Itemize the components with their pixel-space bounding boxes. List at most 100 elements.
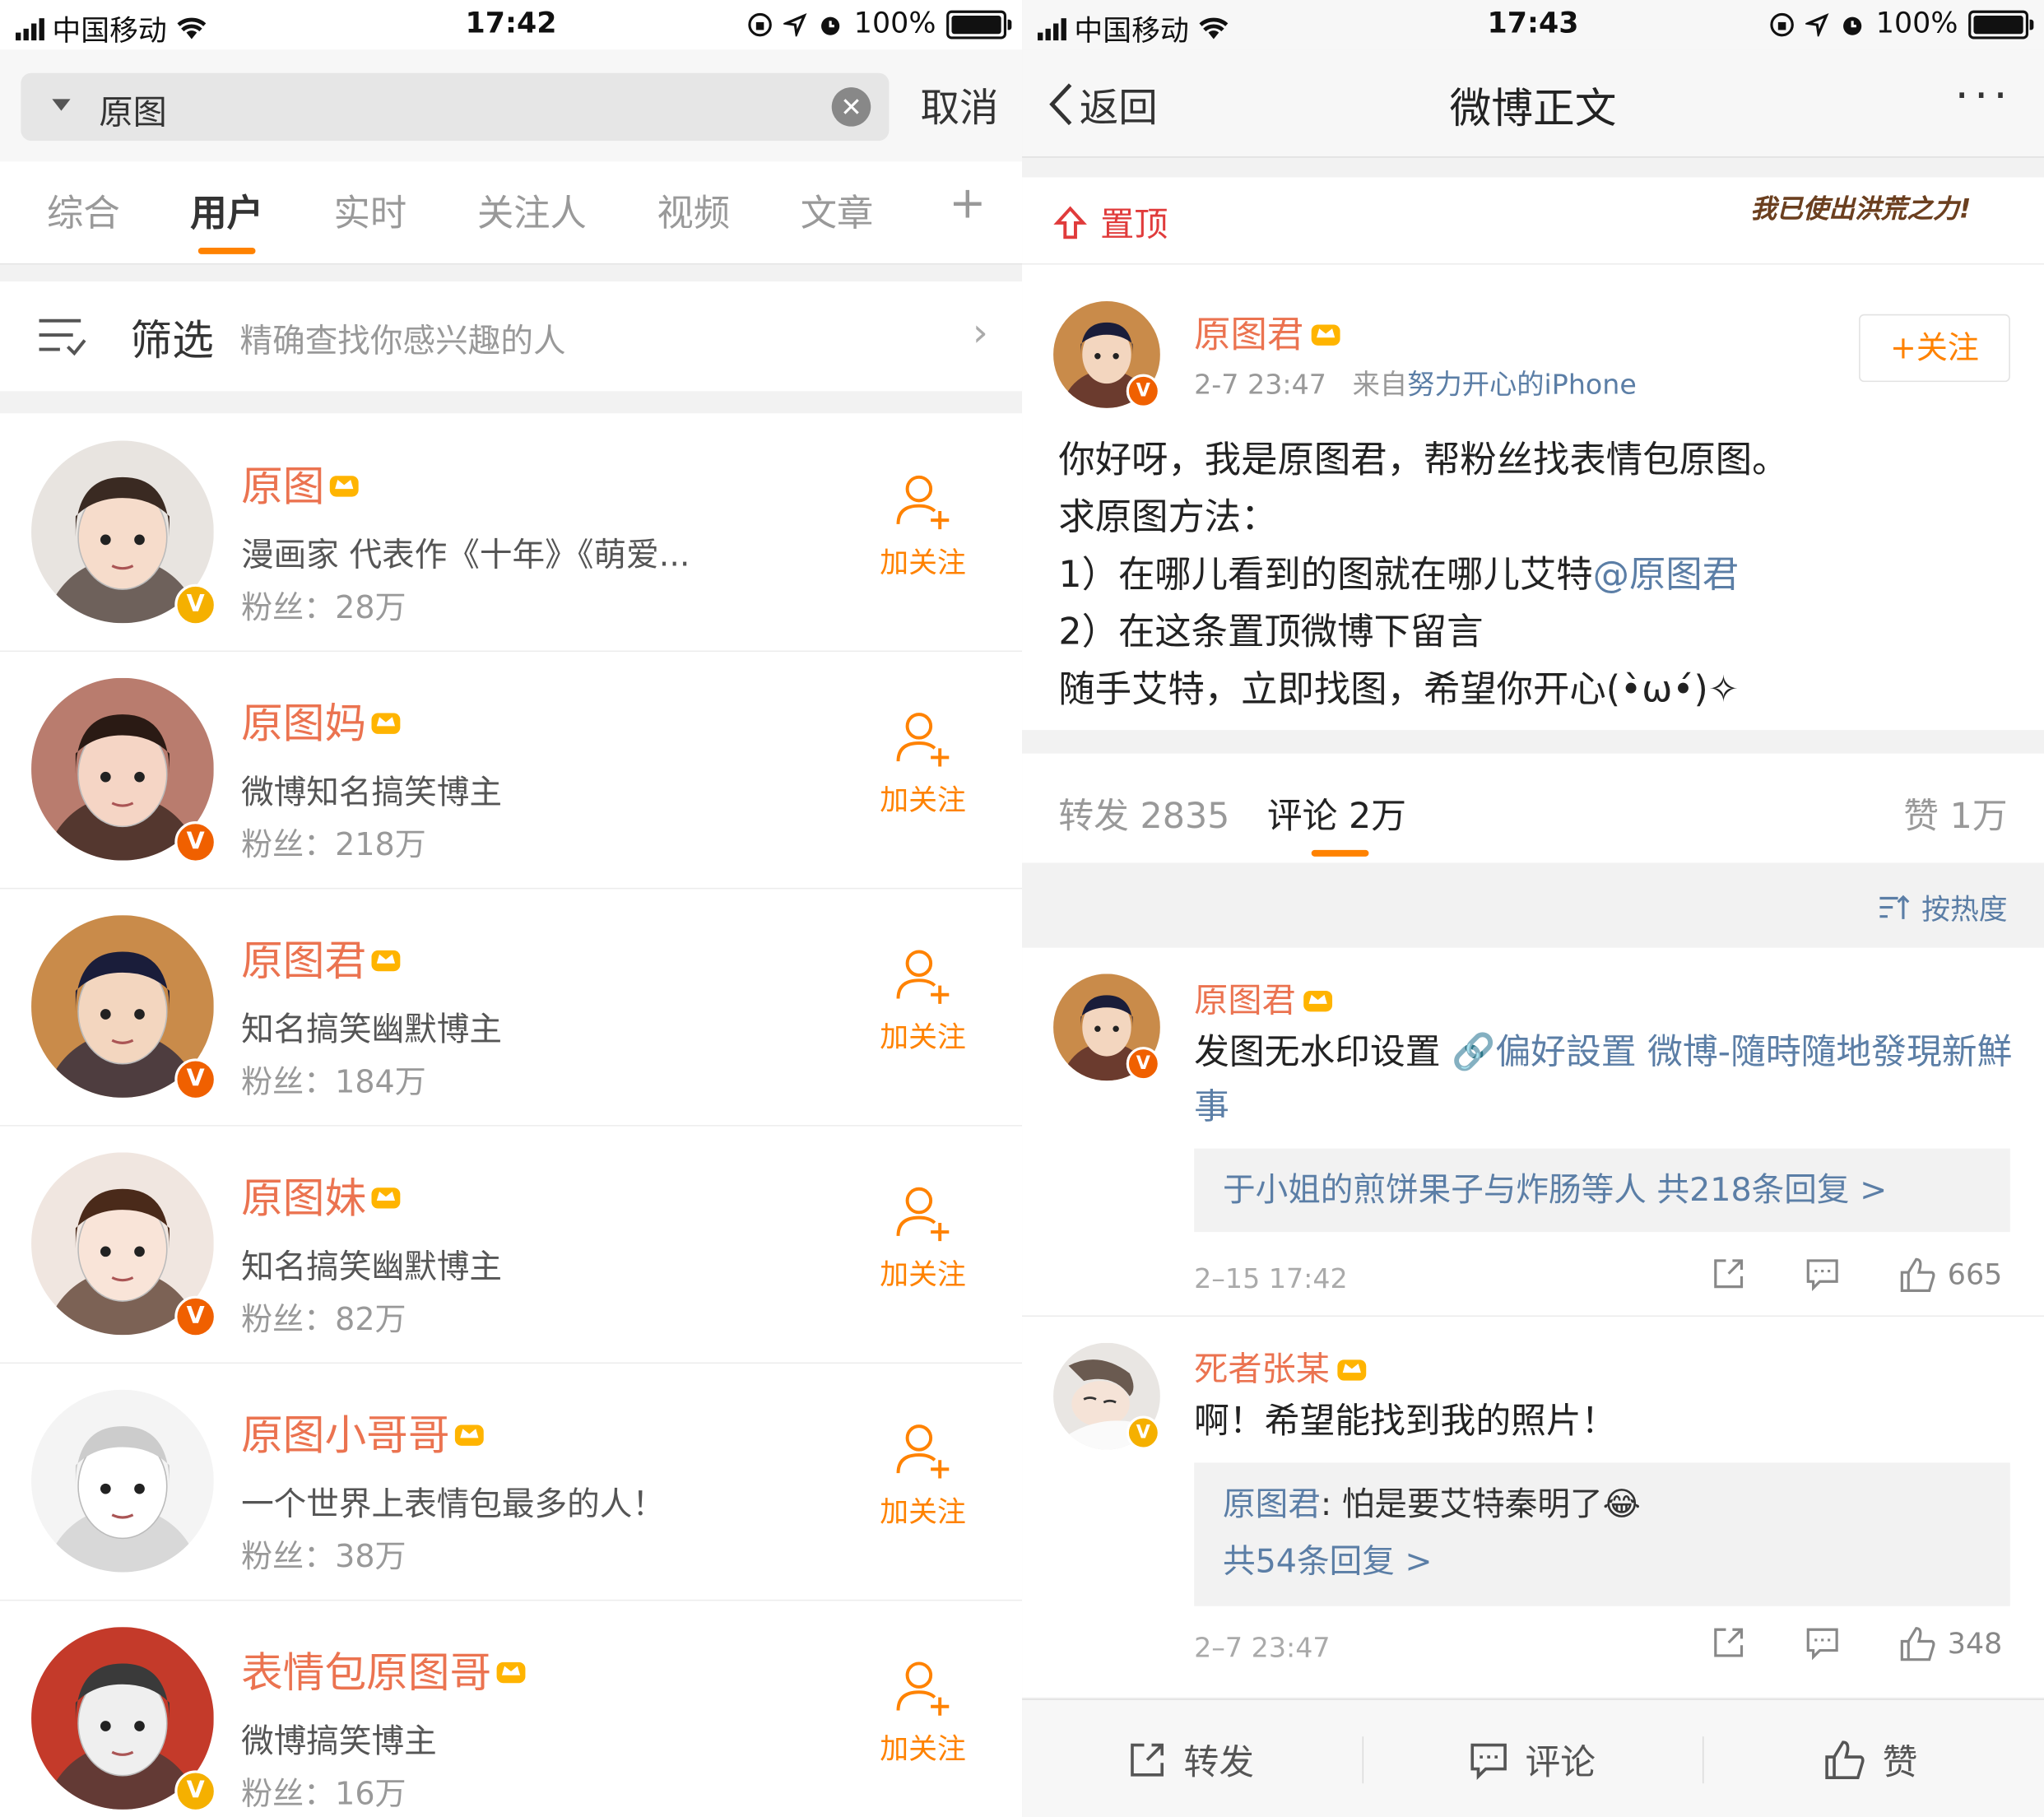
avatar[interactable]: V xyxy=(1053,974,1160,1081)
post-stats-tabs: 转发 2835 评论 2万 赞 1万 xyxy=(1022,753,2044,865)
user-description: 一个世界上表情包最多的人！ xyxy=(241,1485,665,1523)
user-name[interactable]: 原图妹 xyxy=(241,1165,402,1225)
follow-label: 加关注 xyxy=(880,1733,966,1767)
post-author[interactable]: 原图君 xyxy=(1194,306,1343,358)
avatar[interactable]: V xyxy=(31,1152,216,1338)
tab-video[interactable]: 视频 xyxy=(657,185,730,237)
reply-summary[interactable]: 于小姐的煎饼果子与炸肠等人 共218条回复 > xyxy=(1194,1148,2010,1233)
pinned-bar: 置顶 我已使出洪荒之力! xyxy=(1022,177,2044,265)
avatar[interactable]: V xyxy=(1053,1342,1160,1450)
post-source[interactable]: 努力开心的iPhone xyxy=(1407,369,1637,400)
follow-button[interactable]: 加关注 xyxy=(871,946,975,1056)
tab-comments[interactable]: 评论 2万 xyxy=(1267,788,1406,839)
sort-button[interactable]: 按热度 xyxy=(1877,886,2008,928)
avatar[interactable]: V xyxy=(31,1627,216,1813)
tab-likes[interactable]: 赞 1万 xyxy=(1903,788,2007,839)
more-button[interactable]: ··· xyxy=(1955,71,2013,123)
follow-button[interactable]: 加关注 xyxy=(871,1183,975,1293)
user-name[interactable]: 原图君 xyxy=(241,928,402,988)
tab-following[interactable]: 关注人 xyxy=(477,185,587,237)
comment-icon xyxy=(1470,1742,1507,1780)
mention-link[interactable]: @原图君 xyxy=(1593,553,1739,596)
avatar[interactable]: V xyxy=(31,915,216,1101)
post-line: 随手艾特，立即找图，希望你开心(•̀ω•́)✧ xyxy=(1058,667,1740,711)
share-button[interactable] xyxy=(1710,1624,1746,1661)
repost-button[interactable]: 转发 xyxy=(1127,1734,1254,1785)
reply-count[interactable]: 共54条回复 > xyxy=(1223,1533,1981,1591)
comment-author[interactable]: 原图君 xyxy=(1194,974,1335,1022)
tab-users[interactable]: 用户 xyxy=(190,185,263,237)
like-button[interactable]: 665 xyxy=(1898,1256,2002,1295)
user-name[interactable]: 表情包原图哥 xyxy=(241,1640,528,1700)
add-user-icon xyxy=(896,950,950,1004)
avatar[interactable]: V xyxy=(31,677,216,863)
user-row[interactable]: V 原图妹 知名搞笑幽默博主 粉丝：82万 加关注 xyxy=(0,1126,1023,1364)
verified-badge-icon: V xyxy=(174,1770,216,1813)
alarm-icon xyxy=(821,16,840,35)
reply-preview[interactable]: 原图君: 怕是要艾特秦明了😂 共54条回复 > xyxy=(1194,1462,2010,1606)
comment-button[interactable]: 评论 xyxy=(1468,1734,1596,1785)
user-row[interactable]: 原图小哥哥 一个世界上表情包最多的人！ 粉丝：38万 加关注 xyxy=(0,1364,1023,1601)
comment-icon xyxy=(1806,1259,1838,1292)
add-tab-button[interactable]: + xyxy=(949,177,986,229)
avatar[interactable] xyxy=(31,1389,214,1573)
tab-reposts[interactable]: 转发 2835 xyxy=(1058,788,1229,839)
avatar[interactable]: V xyxy=(31,440,216,626)
follow-label: 加关注 xyxy=(880,547,966,580)
user-row[interactable]: V 原图妈 微博知名搞笑博主 粉丝：218万 加关注 xyxy=(0,652,1023,890)
verified-badge-icon: V xyxy=(174,1058,216,1101)
user-name[interactable]: 原图 xyxy=(241,453,361,514)
divider xyxy=(1702,1736,1704,1784)
follow-button[interactable]: +关注 xyxy=(1859,314,2010,383)
repost-label: 转发 xyxy=(1183,1743,1255,1784)
comment-author[interactable]: 死者张某 xyxy=(1194,1343,1368,1392)
rotation-lock-icon xyxy=(748,12,772,36)
share-icon xyxy=(1131,1742,1164,1776)
share-button[interactable] xyxy=(1710,1256,1746,1292)
post-line: 求原图方法： xyxy=(1058,495,1278,539)
user-name[interactable]: 原图妈 xyxy=(241,691,402,751)
user-row[interactable]: V 原图君 知名搞笑幽默博主 粉丝：184万 加关注 xyxy=(0,889,1023,1127)
reply-button[interactable] xyxy=(1805,1256,1841,1292)
user-name-label: 原图妈 xyxy=(241,699,367,749)
vip-crown-icon xyxy=(1337,1359,1367,1380)
user-fans: 粉丝：184万 xyxy=(241,1063,426,1101)
tab-comprehensive[interactable]: 综合 xyxy=(47,185,120,237)
post-line: 你好呀，我是原图君，帮粉丝找表情包原图。 xyxy=(1058,438,1789,481)
filter-row[interactable]: 筛选 精确查找你感兴趣的人 › xyxy=(0,281,1023,392)
alarm-icon xyxy=(1843,16,1862,35)
like-button[interactable]: 348 xyxy=(1898,1624,2002,1664)
reply-button[interactable] xyxy=(1805,1624,1841,1661)
like-button[interactable]: 赞 xyxy=(1823,1734,1917,1785)
search-input[interactable]: 原图 ✕ xyxy=(21,72,890,142)
user-row[interactable]: V 表情包原图哥 微博搞笑博主 粉丝：16万 加关注 xyxy=(0,1601,1023,1817)
tab-articles[interactable]: 文章 xyxy=(801,185,874,237)
comment-text: 啊！希望能找到我的照片！ xyxy=(1194,1401,1617,1443)
comment-footer: 2–15 17:42 665 xyxy=(1194,1256,2010,1308)
clear-icon[interactable]: ✕ xyxy=(831,87,871,127)
reply-author[interactable]: 原图君 xyxy=(1223,1485,1321,1522)
user-fans: 粉丝：28万 xyxy=(241,589,406,626)
vip-crown-icon xyxy=(454,1424,484,1446)
comment-footer: 2–7 23:47 348 xyxy=(1194,1624,2010,1676)
sort-icon xyxy=(1879,895,1910,919)
user-description: 知名搞笑幽默博主 xyxy=(241,1248,502,1286)
avatar[interactable]: V xyxy=(1053,300,1160,408)
user-name[interactable]: 原图小哥哥 xyxy=(241,1403,486,1463)
cancel-button[interactable]: 取消 xyxy=(920,76,998,133)
comment-text: 发图无水印设置 🔗偏好設置 微博-隨時隨地發現新鮮事 xyxy=(1194,1032,2013,1128)
dropdown-caret-icon[interactable] xyxy=(52,99,71,111)
post-meta: 2-7 23:47 来自努力开心的iPhone xyxy=(1194,364,1637,403)
follow-button[interactable]: 加关注 xyxy=(871,1421,975,1531)
verified-badge-icon: V xyxy=(1126,374,1160,408)
follow-button[interactable]: 加关注 xyxy=(871,1658,975,1768)
post-line: 2）在这条置顶微博下留言 xyxy=(1058,610,1484,653)
user-row[interactable]: V 原图 漫画家 代表作《十年》《萌爱... 粉丝：28万 加关注 xyxy=(0,414,1023,653)
tab-realtime[interactable]: 实时 xyxy=(334,185,407,237)
user-name-label: 表情包原图哥 xyxy=(241,1647,492,1698)
battery-percent: 100% xyxy=(853,7,936,41)
status-icons: 100% xyxy=(1769,8,2034,40)
user-description: 微博搞笑博主 xyxy=(241,1722,437,1760)
follow-button[interactable]: 加关注 xyxy=(871,709,975,819)
follow-button[interactable]: 加关注 xyxy=(871,472,975,581)
